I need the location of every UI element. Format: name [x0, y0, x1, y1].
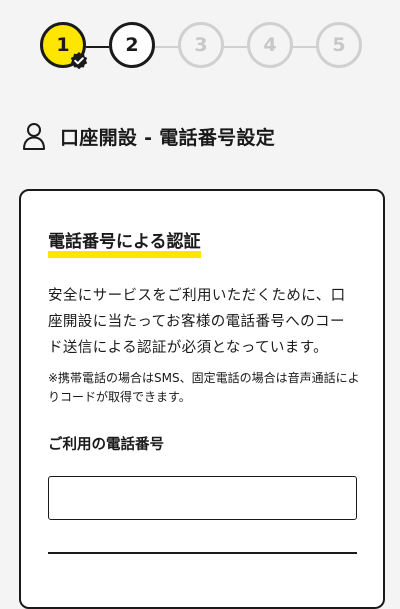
step-number: 4: [263, 34, 277, 56]
progress-stepper: 1 2 3 4 5: [40, 22, 365, 72]
section-header: 口座開設 - 電話番号設定: [22, 122, 275, 150]
card-note: ※携帯電話の場合はSMS、固定電話の場合は音声通話によりコードが取得できます。: [48, 371, 360, 404]
step-connector: [224, 46, 247, 48]
phone-number-label: ご利用の電話番号: [48, 437, 164, 453]
card-heading: 電話番号による認証: [48, 232, 201, 252]
divider: [48, 552, 357, 554]
step-number: 5: [332, 34, 346, 56]
card-description: 安全にサービスをご利用いただくために、口座開設に当たってお客様の電話番号へのコー…: [48, 288, 346, 356]
step-4: 4: [247, 22, 293, 68]
step-1: 1: [40, 22, 88, 70]
heading-highlight: [48, 251, 201, 258]
step-connector: [86, 46, 109, 48]
step-number: 1: [56, 34, 70, 56]
step-number: 2: [125, 34, 139, 56]
card-heading-wrap: 電話番号による認証: [48, 227, 201, 258]
check-icon: [70, 52, 88, 70]
phone-auth-card: 電話番号による認証 安全にサービスをご利用いただくために、口座開設に当たってお客…: [19, 189, 385, 609]
step-number: 3: [194, 34, 208, 56]
step-connector: [293, 46, 316, 48]
step-2: 2: [109, 22, 155, 68]
step-5: 5: [316, 22, 362, 68]
person-icon: [23, 123, 45, 150]
page-title: 口座開設 - 電話番号設定: [60, 126, 276, 149]
step-3: 3: [178, 22, 224, 68]
step-connector: [155, 46, 178, 48]
phone-number-input[interactable]: [48, 476, 357, 520]
